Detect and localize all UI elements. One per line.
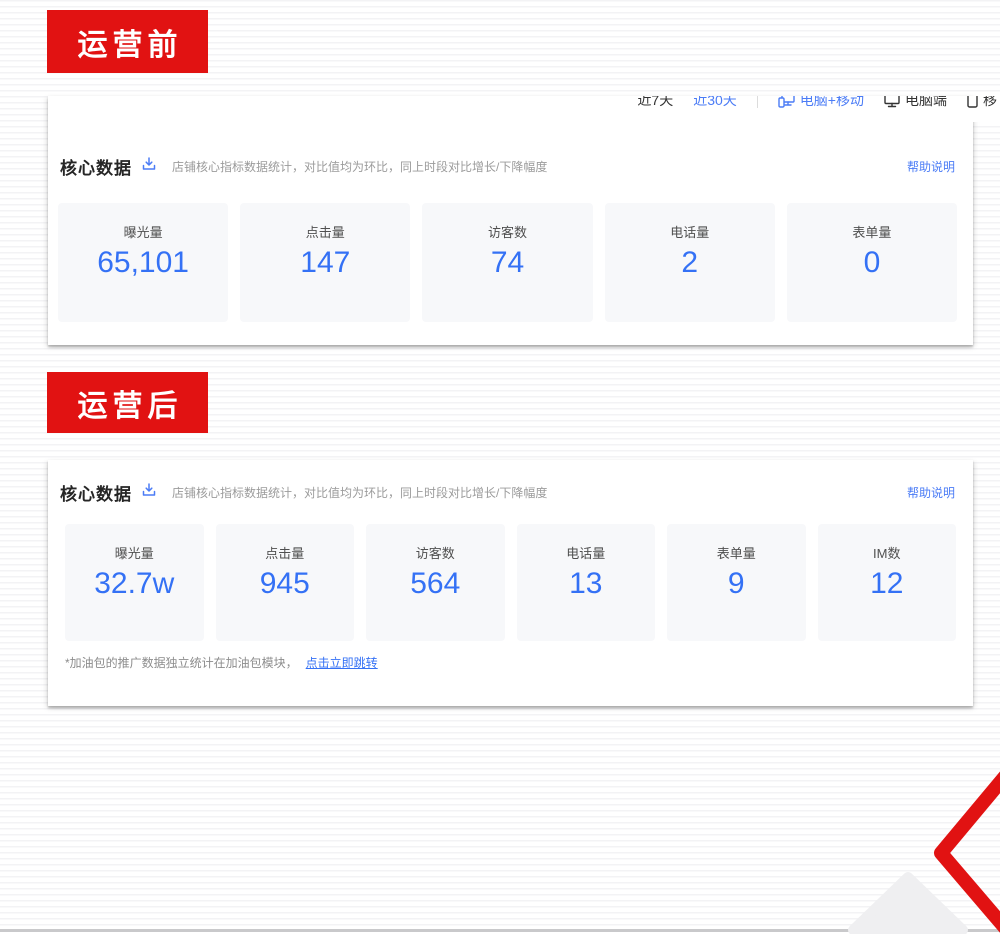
metric-value: 65,101 bbox=[58, 246, 228, 280]
device-mobile-label: 移 bbox=[983, 96, 997, 110]
metric-value: 12 bbox=[818, 567, 957, 601]
metric-card-clicks: 点击量 147 bbox=[240, 203, 410, 322]
metric-card-visitors: 访客数 564 bbox=[366, 524, 505, 641]
section-banner-after: 运营后 bbox=[47, 372, 208, 433]
desktop-mobile-icon bbox=[778, 96, 795, 108]
download-icon bbox=[141, 156, 157, 177]
date-device-toolbar: 近7天 近30天 电脑+移动 电脑端 bbox=[637, 96, 997, 110]
panel-before-description: 店铺核心指标数据统计，对比值均为环比，同上时段对比增长/下降幅度 bbox=[172, 158, 547, 175]
panel-before-title: 核心数据 bbox=[60, 154, 132, 179]
banner-after-label: 运营后 bbox=[73, 381, 183, 425]
download-button[interactable] bbox=[141, 156, 157, 177]
core-data-panel-before: 核心数据 店铺核心指标数据统计，对比值均为环比，同上时段对比增长/下降幅度 帮助… bbox=[48, 96, 973, 345]
metric-label: 点击量 bbox=[240, 222, 410, 241]
download-button[interactable] bbox=[141, 482, 157, 503]
metric-cards-after: 曝光量 32.7w 点击量 945 访客数 564 电话量 13 表单量 9 I… bbox=[65, 524, 956, 641]
device-pc-tab[interactable]: 电脑端 bbox=[884, 96, 947, 110]
bottom-border-line bbox=[0, 929, 1000, 932]
metric-label: 访客数 bbox=[422, 222, 592, 241]
metric-cards-before: 曝光量 65,101 点击量 147 访客数 74 电话量 2 表单量 0 bbox=[58, 203, 957, 322]
metric-card-exposure: 曝光量 32.7w bbox=[65, 524, 204, 641]
metric-value: 147 bbox=[240, 246, 410, 280]
metric-card-im: IM数 12 bbox=[818, 524, 957, 641]
metric-label: IM数 bbox=[818, 543, 957, 562]
core-data-panel-after: 核心数据 店铺核心指标数据统计，对比值均为环比，同上时段对比增长/下降幅度 帮助… bbox=[48, 460, 973, 706]
range-30d-label: 近30天 bbox=[693, 96, 737, 110]
panel-after-title: 核心数据 bbox=[60, 480, 132, 505]
footnote: *加油包的推广数据独立统计在加油包模块， 点击立即跳转 bbox=[65, 654, 378, 671]
metric-card-forms: 表单量 9 bbox=[667, 524, 806, 641]
metric-card-clicks: 点击量 945 bbox=[216, 524, 355, 641]
help-link-after[interactable]: 帮助说明 bbox=[907, 484, 955, 501]
metric-label: 访客数 bbox=[366, 543, 505, 562]
metric-label: 表单量 bbox=[787, 222, 957, 241]
range-30d-tab[interactable]: 近30天 bbox=[693, 96, 737, 110]
metric-value: 0 bbox=[787, 246, 957, 280]
metric-card-forms: 表单量 0 bbox=[787, 203, 957, 322]
metric-label: 点击量 bbox=[216, 543, 355, 562]
red-chevron-decoration bbox=[941, 768, 1000, 934]
metric-value: 9 bbox=[667, 567, 806, 601]
device-mobile-tab[interactable]: 移 bbox=[967, 96, 997, 110]
metric-value: 2 bbox=[605, 246, 775, 280]
download-icon bbox=[141, 482, 157, 503]
toolbar-strip: 近7天 近30天 电脑+移动 电脑端 bbox=[48, 96, 1000, 122]
banner-before-label: 运营前 bbox=[73, 20, 183, 64]
panel-after-description: 店铺核心指标数据统计，对比值均为环比，同上时段对比增长/下降幅度 bbox=[172, 484, 547, 501]
metric-value: 32.7w bbox=[65, 567, 204, 601]
toolbar-divider bbox=[757, 96, 758, 108]
device-all-tab[interactable]: 电脑+移动 bbox=[778, 96, 864, 110]
gray-triangle-decoration bbox=[853, 877, 963, 930]
range-7d-tab[interactable]: 近7天 bbox=[637, 96, 673, 110]
metric-value: 945 bbox=[216, 567, 355, 601]
footnote-jump-link[interactable]: 点击立即跳转 bbox=[306, 654, 378, 671]
metric-card-calls: 电话量 13 bbox=[517, 524, 656, 641]
metric-label: 电话量 bbox=[517, 543, 656, 562]
metric-label: 曝光量 bbox=[58, 222, 228, 241]
metric-card-calls: 电话量 2 bbox=[605, 203, 775, 322]
desktop-icon bbox=[884, 96, 900, 108]
metric-label: 电话量 bbox=[605, 222, 775, 241]
footnote-text: *加油包的推广数据独立统计在加油包模块， bbox=[65, 654, 298, 671]
metric-value: 564 bbox=[366, 567, 505, 601]
metric-value: 13 bbox=[517, 567, 656, 601]
section-banner-before: 运营前 bbox=[47, 10, 208, 73]
metric-label: 表单量 bbox=[667, 543, 806, 562]
panel-after-header: 核心数据 店铺核心指标数据统计，对比值均为环比，同上时段对比增长/下降幅度 帮助… bbox=[60, 480, 955, 505]
panel-before-header: 核心数据 店铺核心指标数据统计，对比值均为环比，同上时段对比增长/下降幅度 帮助… bbox=[60, 154, 955, 179]
mobile-phone-icon bbox=[967, 96, 978, 108]
metric-card-exposure: 曝光量 65,101 bbox=[58, 203, 228, 322]
metric-card-visitors: 访客数 74 bbox=[422, 203, 592, 322]
device-all-label: 电脑+移动 bbox=[800, 96, 864, 110]
metric-label: 曝光量 bbox=[65, 543, 204, 562]
device-pc-label: 电脑端 bbox=[905, 96, 947, 110]
range-7d-label: 近7天 bbox=[637, 96, 673, 110]
metric-value: 74 bbox=[422, 246, 592, 280]
help-link-before[interactable]: 帮助说明 bbox=[907, 158, 955, 175]
